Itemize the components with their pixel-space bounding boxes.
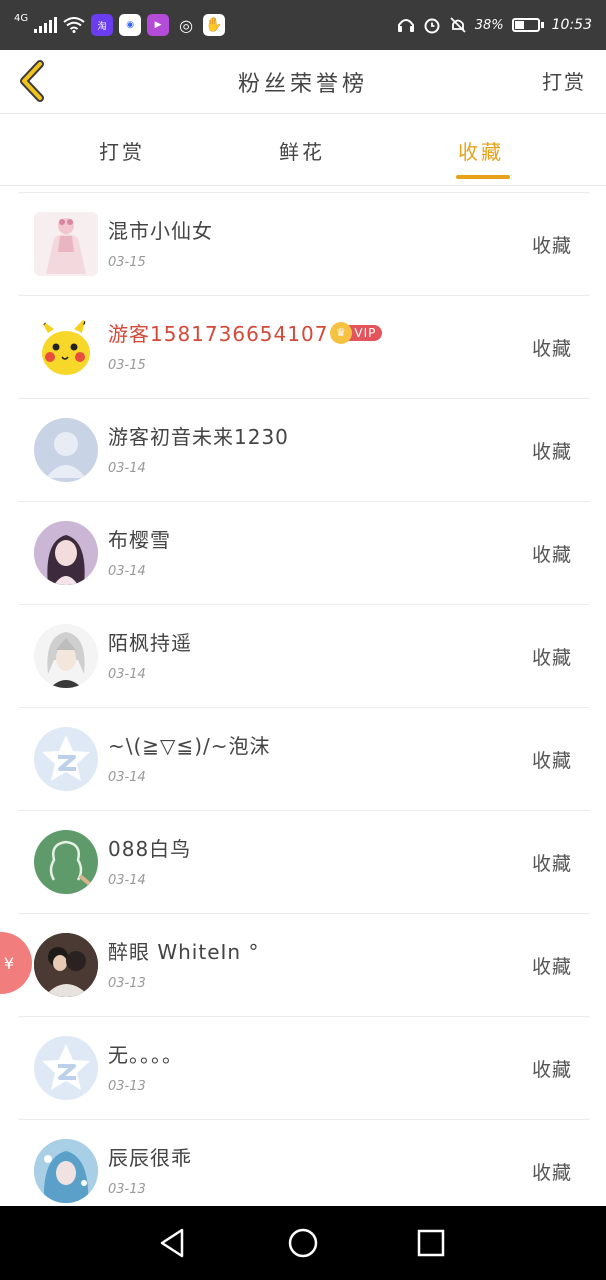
video-icon: ▶ <box>147 14 170 36</box>
headphones-icon <box>397 19 414 32</box>
chalkboard-avatar <box>34 830 98 894</box>
fan-list[interactable]: 混市小仙女 03-15 收藏 游客1581736654107 ♛ VIP 03-15… <box>18 192 590 1206</box>
favorite-date: 03-13 <box>108 976 146 991</box>
favorite-date: 03-14 <box>108 564 146 579</box>
reward-button[interactable]: 打赏 <box>542 66 586 95</box>
nav-home-icon[interactable] <box>286 1226 320 1260</box>
list-item[interactable]: ~\(≧▽≦)/~泡沫 03-14 收藏 <box>18 708 590 811</box>
list-item[interactable]: 无。。。。 03-13 收藏 <box>18 1017 590 1120</box>
action-label: 收藏 <box>531 1162 572 1184</box>
user-name: 游客初音未来1230 <box>108 425 289 449</box>
active-tab-indicator <box>456 175 510 179</box>
status-bar: 4G 淘 ◉ ▶ ◎ ✋ 38% 10:53 <box>0 0 606 50</box>
action-label: 收藏 <box>531 956 572 978</box>
taobao-icon: 淘 <box>91 14 114 36</box>
favorite-date: 03-14 <box>108 873 146 888</box>
qzone-star-avatar <box>34 1036 98 1100</box>
favorite-date: 03-14 <box>108 667 146 682</box>
qzone-star-avatar <box>34 727 98 791</box>
user-name: 混市小仙女 <box>108 219 213 243</box>
yuan-icon: ¥ <box>3 953 14 973</box>
user-name: 游客1581736654107 ♛ VIP <box>108 318 383 347</box>
user-name: ~\(≧▽≦)/~泡沫 <box>108 734 271 758</box>
favorite-date: 03-15 <box>108 255 146 270</box>
list-item[interactable]: 辰辰很乖 03-13 收藏 <box>18 1120 590 1206</box>
default-person-avatar <box>34 418 98 482</box>
baidu-icon: ◉ <box>119 14 142 36</box>
user-name: 醉眼 WhiteIn ° <box>108 940 260 964</box>
nav-back-icon[interactable] <box>156 1226 190 1260</box>
list-item[interactable]: 醉眼 WhiteIn ° 03-13 收藏 <box>18 914 590 1017</box>
user-name: 布樱雪 <box>108 528 171 552</box>
paw-icon: ✋ <box>203 14 226 36</box>
action-label: 收藏 <box>531 235 572 257</box>
list-item[interactable]: 游客1581736654107 ♛ VIP 03-15 收藏 <box>18 296 590 399</box>
tab-bar: 打赏 鲜花 收藏 <box>0 114 606 186</box>
status-left: 4G 淘 ◉ ▶ ◎ ✋ <box>14 13 226 36</box>
pink-dress-avatar <box>34 212 98 276</box>
tab-reward[interactable]: 打赏 <box>99 136 145 165</box>
user-name: 陌枫持遥 <box>108 631 192 655</box>
list-item[interactable]: 088白鸟 03-14 收藏 <box>18 811 590 914</box>
action-label: 收藏 <box>531 647 572 669</box>
list-item[interactable]: 游客初音未来1230 03-14 收藏 <box>18 399 590 502</box>
app-header: 粉丝荣誉榜 打赏 <box>0 50 606 114</box>
signal-icon <box>34 17 58 33</box>
photo-couple-avatar <box>34 933 98 997</box>
tab-flowers[interactable]: 鲜花 <box>279 136 325 165</box>
alarm-icon <box>424 18 440 34</box>
action-label: 收藏 <box>531 338 572 360</box>
user-name: 088白鸟 <box>108 837 192 861</box>
action-label: 收藏 <box>531 441 572 463</box>
crown-icon: ♛ <box>330 321 353 344</box>
wifi-icon <box>63 17 85 33</box>
network-type: 4G <box>14 13 29 24</box>
user-name-text: 游客1581736654107 <box>108 322 329 346</box>
action-label: 收藏 <box>531 853 572 875</box>
action-label: 收藏 <box>531 750 572 772</box>
pikachu-avatar <box>34 315 98 379</box>
mute-icon <box>450 17 466 33</box>
clock: 10:53 <box>551 17 592 33</box>
vip-badge: ♛ VIP <box>330 321 383 344</box>
action-label: 收藏 <box>531 544 572 566</box>
anime-girl-avatar <box>34 521 98 585</box>
list-item[interactable]: 混市小仙女 03-15 收藏 <box>18 193 590 296</box>
blue-anime-avatar <box>34 1139 98 1203</box>
user-name: 无。。。。 <box>108 1043 183 1067</box>
wechat-icon: ◎ <box>179 15 194 35</box>
battery-icon <box>511 18 544 32</box>
action-label: 收藏 <box>531 1059 572 1081</box>
list-item[interactable]: 布樱雪 03-14 收藏 <box>18 502 590 605</box>
list-item[interactable]: 陌枫持遥 03-14 收藏 <box>18 605 590 708</box>
page-title: 粉丝荣誉榜 <box>237 72 368 97</box>
silver-hair-avatar <box>34 624 98 688</box>
nav-recents-icon[interactable] <box>414 1226 448 1260</box>
user-name: 辰辰很乖 <box>108 1146 192 1170</box>
favorite-date: 03-14 <box>108 461 146 476</box>
favorite-date: 03-15 <box>108 358 146 373</box>
tab-favorites[interactable]: 收藏 <box>458 136 504 165</box>
favorite-date: 03-13 <box>108 1079 146 1094</box>
favorite-date: 03-14 <box>108 770 146 785</box>
battery-percent: 38% <box>474 17 504 33</box>
status-right: 38% 10:53 <box>397 16 592 34</box>
favorite-date: 03-13 <box>108 1182 146 1197</box>
system-nav-bar <box>0 1206 606 1280</box>
